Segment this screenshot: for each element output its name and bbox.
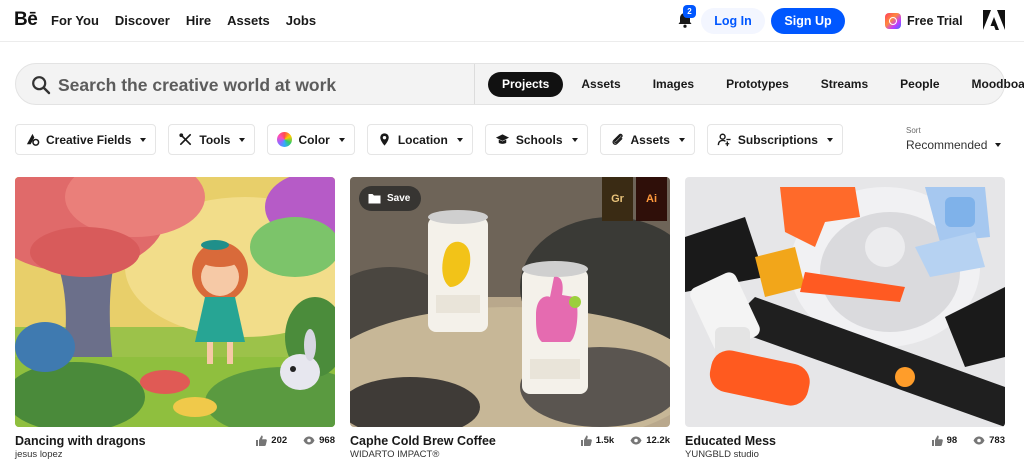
project-owner[interactable]: WIDARTO IMPACT® [350,449,439,460]
project-meta: Dancing with dragons jesus lopez 202 968 [15,427,335,461]
nav-jobs[interactable]: Jobs [286,13,316,28]
nav-assets[interactable]: Assets [227,13,270,28]
nav-for-you[interactable]: For You [51,13,99,28]
project-stats: 1.5k 12.2k [580,435,670,446]
project-owner[interactable]: YUNGBLD studio [685,449,759,460]
search-icon [32,76,51,95]
project-card: Educated Mess YUNGBLD studio 98 783 [685,177,1005,461]
tab-streams[interactable]: Streams [805,72,884,97]
project-owner[interactable]: jesus lopez [15,449,63,460]
tools-icon [179,133,192,146]
location-pin-icon [380,133,389,146]
tab-projects[interactable]: Projects [488,72,564,97]
login-button[interactable]: Log In [701,8,765,34]
views-eye-icon [973,436,985,445]
appreciation-count: 98 [946,435,958,446]
view-count: 12.2k [646,435,670,446]
project-title[interactable]: Dancing with dragons [15,434,146,448]
appreciation-count: 202 [271,435,288,446]
filter-label: Location [397,132,448,147]
filter-bar: Creative Fields Tools Color Location Sch… [15,124,843,155]
save-label: Save [387,193,411,204]
search-type-tabs: Projects Assets Images Prototypes Stream… [488,72,1024,97]
tab-prototypes[interactable]: Prototypes [710,72,805,97]
main-nav: For You Discover Hire Assets Jobs [51,13,316,28]
filter-assets[interactable]: Assets [599,124,695,155]
filter-label: Creative Fields [46,132,132,147]
tool-badge-gr[interactable]: Gr [602,177,633,221]
filter-creative-fields[interactable]: Creative Fields [15,124,157,155]
color-wheel-icon [277,132,293,147]
search-input[interactable] [58,72,468,98]
project-title[interactable]: Educated Mess [685,434,776,448]
project-meta: Caphe Cold Brew Coffee WIDARTO IMPACT® 1… [350,427,670,461]
project-cover-image [685,177,1005,427]
views-eye-icon [303,436,315,445]
view-count: 783 [989,435,1005,446]
top-navigation: Bē For You Discover Hire Assets Jobs 2 L… [0,0,1024,42]
project-thumbnail[interactable] [685,177,1005,427]
graduation-cap-icon [495,134,509,144]
filter-schools[interactable]: Schools [484,124,588,155]
tab-people[interactable]: People [884,72,955,97]
filter-label: Color [298,132,330,147]
sort-label: Sort [906,126,921,135]
search-bar: Projects Assets Images Prototypes Stream… [15,63,1024,105]
view-count: 968 [319,435,335,446]
sort-select[interactable]: Recommended [906,138,1002,152]
project-cover-image [15,177,335,427]
project-card: Dancing with dragons jesus lopez 202 968 [15,177,335,461]
filter-label: Assets [630,132,670,147]
chevron-down-icon [826,137,833,142]
filter-subscriptions[interactable]: Subscriptions [706,124,843,155]
folder-icon [368,194,381,204]
creative-fields-icon [26,133,40,146]
filter-label: Schools [515,132,563,147]
nav-discover[interactable]: Discover [115,13,170,28]
tab-images[interactable]: Images [637,72,710,97]
sort-control[interactable]: Sort Recommended [906,126,1002,152]
adobe-logo-icon[interactable] [983,10,1005,30]
filter-color[interactable]: Color [267,124,355,155]
free-trial-button[interactable]: Free Trial [876,8,970,34]
project-thumbnail[interactable] [15,177,335,427]
filter-label: Tools [199,132,231,147]
project-thumbnail[interactable]: Save Gr Ai [350,177,670,427]
creative-cloud-icon [885,13,901,29]
filter-location[interactable]: Location [366,124,473,155]
project-meta: Educated Mess YUNGBLD studio 98 783 [685,427,1005,461]
behance-logo[interactable]: Bē [14,9,38,31]
chevron-down-icon [338,137,345,142]
project-stats: 98 783 [931,435,1005,446]
chevron-down-icon [456,137,463,142]
search-divider [474,64,475,104]
chevron-down-icon [571,137,578,142]
tab-moodboards[interactable]: Moodboards [956,72,1024,97]
views-eye-icon [630,436,642,445]
tool-badge-ai[interactable]: Ai [636,177,667,221]
chevron-down-icon [239,137,246,142]
nav-hire[interactable]: Hire [186,13,211,28]
chevron-down-icon [140,137,147,142]
chevron-down-icon [995,143,1002,147]
thumbs-up-icon [256,435,268,446]
paperclip-icon [612,133,623,145]
notification-count-badge: 2 [683,5,696,18]
thumbs-up-icon [931,435,943,446]
subscriptions-icon [717,133,731,147]
save-button[interactable]: Save [359,186,422,211]
tab-assets[interactable]: Assets [565,72,636,97]
chevron-down-icon [678,137,685,142]
filter-label: Subscriptions [737,132,818,147]
project-stats: 202 968 [255,435,335,446]
thumbs-up-icon [580,435,592,446]
sort-value: Recommended [906,138,988,152]
project-card: Save Gr Ai Caphe Cold Brew Coffee WIDART… [350,177,670,461]
signup-button[interactable]: Sign Up [771,8,845,34]
project-title[interactable]: Caphe Cold Brew Coffee [350,434,496,448]
filter-tools[interactable]: Tools [168,124,256,155]
free-trial-label: Free Trial [907,14,963,28]
appreciation-count: 1.5k [595,435,615,446]
